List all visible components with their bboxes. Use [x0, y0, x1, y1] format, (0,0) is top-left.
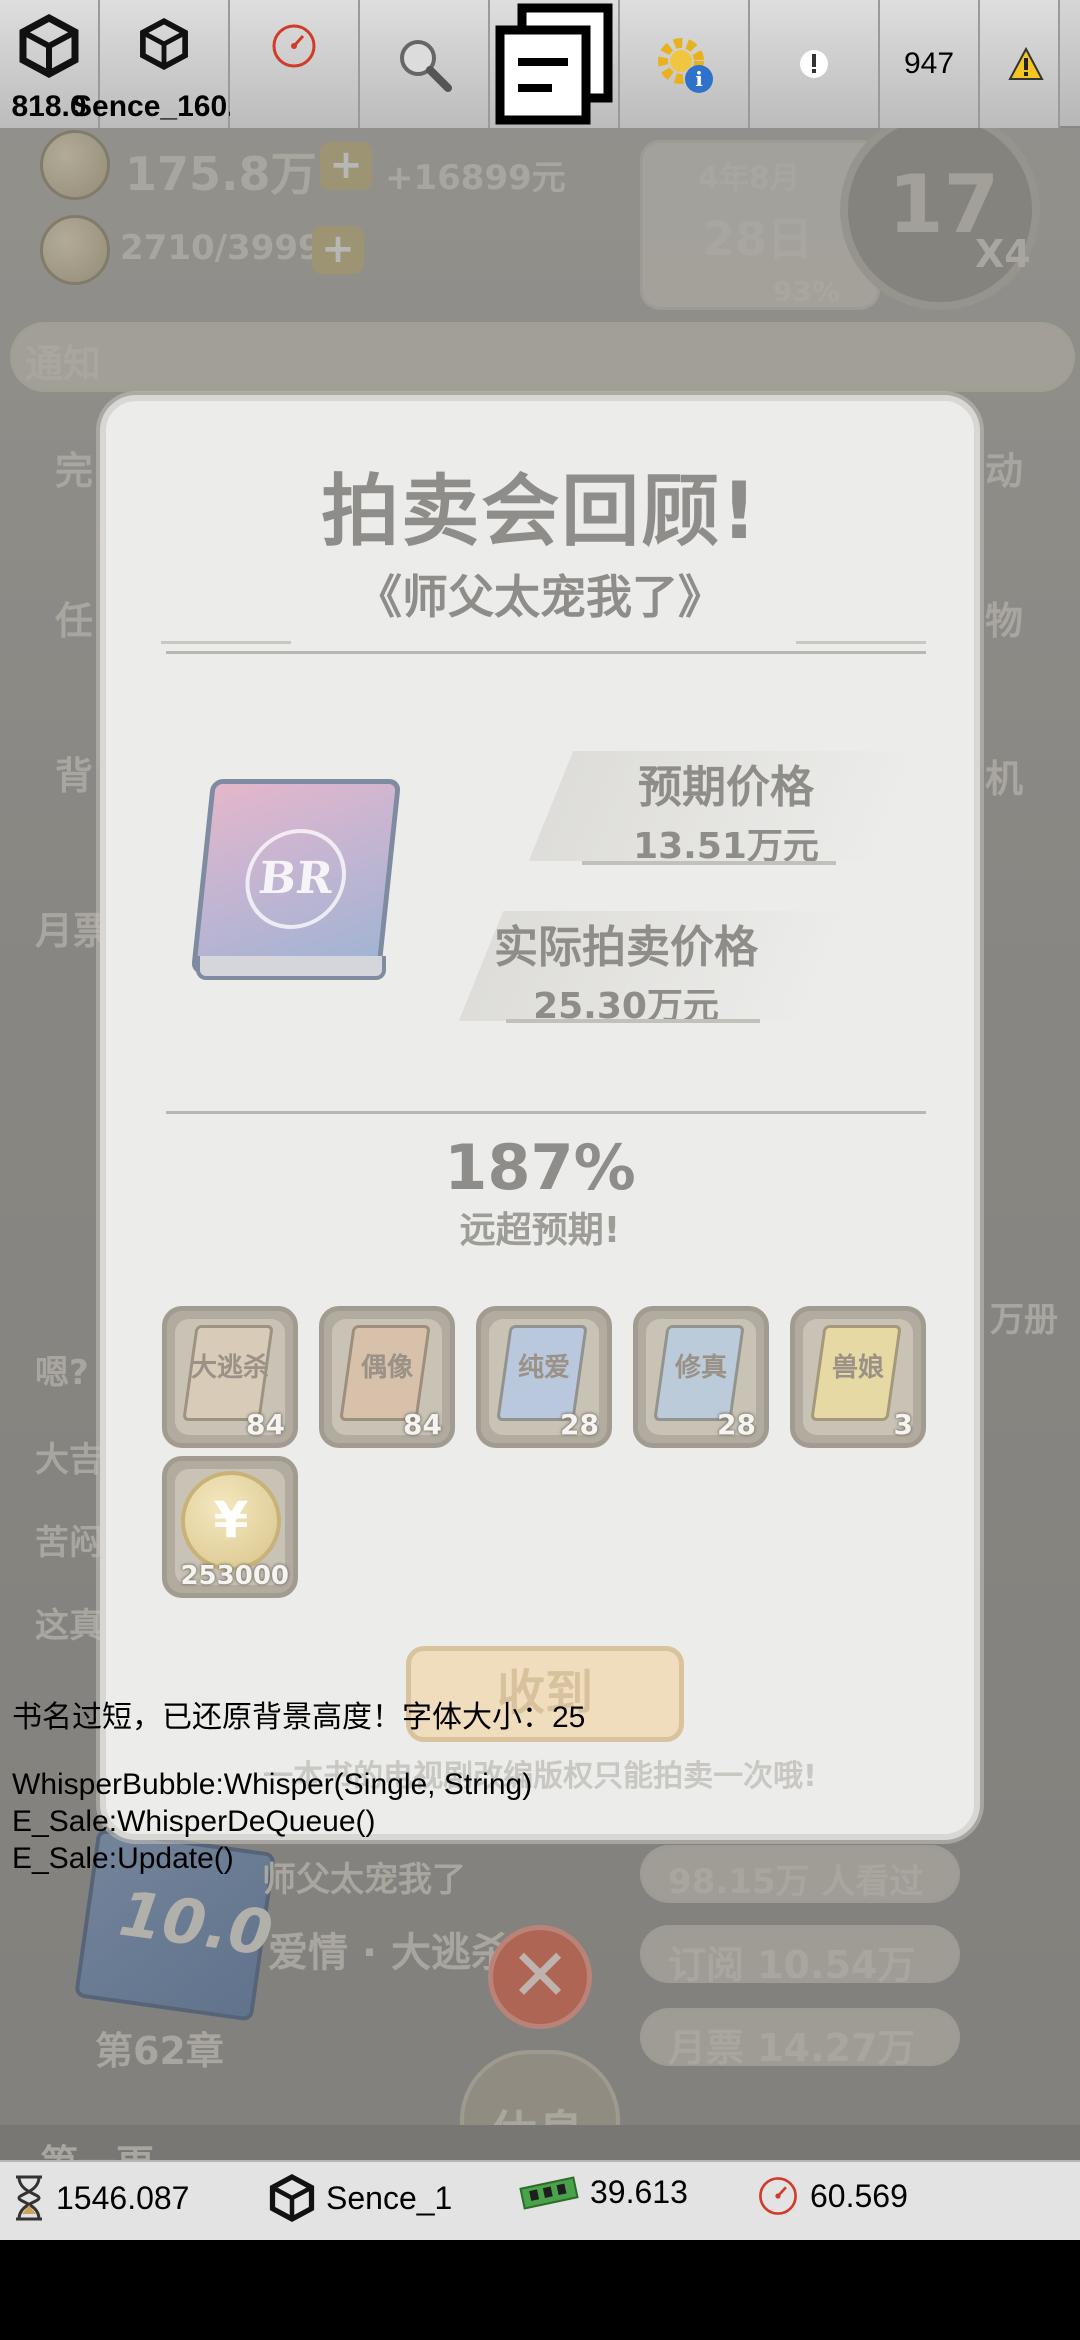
- scene-stat: Sence_1: [268, 2174, 452, 2222]
- book-cover: BR: [190, 779, 402, 974]
- warning-icon: [1008, 47, 1044, 80]
- search-icon: [400, 40, 452, 92]
- hourglass-icon: [16, 2175, 42, 2221]
- book-title: 《师父太宠我了》: [356, 570, 724, 624]
- price-ratio: 187%: [444, 1131, 636, 1204]
- reward-count: 84: [246, 1408, 285, 1441]
- expected-price: 预期价格 13.51万元: [576, 751, 876, 869]
- reward-name: 纯爱: [517, 1353, 570, 1383]
- memory-value: 39.613: [590, 2174, 688, 2210]
- reward-count: 84: [403, 1408, 442, 1441]
- reward-name: 大逃杀: [190, 1353, 269, 1383]
- toolbar-cell[interactable]: 947: [880, 0, 980, 128]
- reward-name: 偶像: [360, 1353, 413, 1383]
- toolbar-cell[interactable]: [230, 0, 360, 128]
- reward-count: 28: [560, 1408, 599, 1441]
- coin-icon: ¥: [181, 1471, 281, 1571]
- gear-info-icon: i: [658, 38, 713, 93]
- reward-name: 修真: [674, 1353, 727, 1383]
- ratio-note: 远超预期!: [459, 1210, 621, 1251]
- reward-count: 253000: [180, 1561, 289, 1591]
- log-line: E_Sale:WhisperDeQueue(): [12, 1805, 376, 1838]
- reward-item[interactable]: 兽娘 3: [790, 1306, 926, 1448]
- log-line: WhisperBubble:Whisper(Single, String): [12, 1768, 533, 1801]
- speedometer-icon: [272, 24, 316, 68]
- reward-item[interactable]: 大逃杀 84: [162, 1306, 298, 1448]
- toolbar-cell[interactable]: [980, 0, 1060, 128]
- memory-stat: 39.613: [518, 2174, 688, 2211]
- fps-value: 60.569: [810, 2177, 908, 2214]
- fps-stat: 60.569: [756, 2174, 908, 2218]
- unity-logo-icon: [140, 18, 188, 70]
- speedometer-icon: [759, 2177, 797, 2215]
- log-line: 书名过短，已还原背景高度！字体大小：25: [12, 1701, 586, 1734]
- navigation-bar: [0, 2240, 1080, 2340]
- debug-toolbar: 818.0 Sence_160.430 i 947: [0, 0, 1080, 128]
- time-stat: 1546.087: [12, 2174, 189, 2222]
- divider: [506, 1019, 760, 1023]
- book-pages: [196, 956, 386, 980]
- divider: [166, 651, 926, 654]
- unity-logo-icon: [269, 2174, 315, 2222]
- log-count: 947: [903, 47, 955, 80]
- reward-count: 3: [893, 1408, 913, 1441]
- reward-count: 28: [717, 1408, 756, 1441]
- scene-value: Sence_1: [326, 2179, 453, 2216]
- divider: [796, 641, 926, 644]
- divider: [166, 1111, 926, 1114]
- unity-logo-icon: [19, 14, 79, 78]
- debug-status-bar: 1546.087 Sence_1 39.613 60.569: [0, 2160, 1080, 2240]
- reward-item[interactable]: 偶像 84: [319, 1306, 455, 1448]
- copy-icon: [495, 3, 613, 125]
- toolbar-cell[interactable]: [490, 0, 620, 128]
- actual-price: 实际拍卖价格 25.30万元: [476, 911, 776, 1029]
- log-line: E_Sale:Update(): [12, 1842, 234, 1875]
- book-emblem: BR: [240, 829, 351, 929]
- memory-chip-icon: [519, 2175, 579, 2210]
- actual-price-label: 实际拍卖价格: [494, 922, 758, 973]
- reward-item[interactable]: 修真 28: [633, 1306, 769, 1448]
- info-bubble-icon: [800, 50, 828, 78]
- auction-review-dialog: 拍卖会回顾! 《师父太宠我了》 BR 预期价格 13.51万元 实际拍卖价格 2…: [100, 395, 980, 1840]
- toolbar-cell[interactable]: Sence_160.430: [72, 0, 286, 128]
- toolbar-cell[interactable]: i: [620, 0, 750, 128]
- svg-text:i: i: [695, 67, 703, 91]
- divider: [161, 641, 291, 644]
- reward-name: 兽娘: [831, 1353, 884, 1383]
- time-value: 1546.087: [56, 2179, 190, 2216]
- reward-item[interactable]: 纯爱 28: [476, 1306, 612, 1448]
- reward-item[interactable]: ¥ 253000: [162, 1456, 298, 1598]
- expected-price-label: 预期价格: [638, 762, 814, 813]
- toolbar-cell[interactable]: [360, 0, 490, 128]
- divider: [582, 861, 836, 865]
- dialog-title: 拍卖会回顾!: [321, 467, 759, 557]
- toolbar-cell[interactable]: [750, 0, 880, 128]
